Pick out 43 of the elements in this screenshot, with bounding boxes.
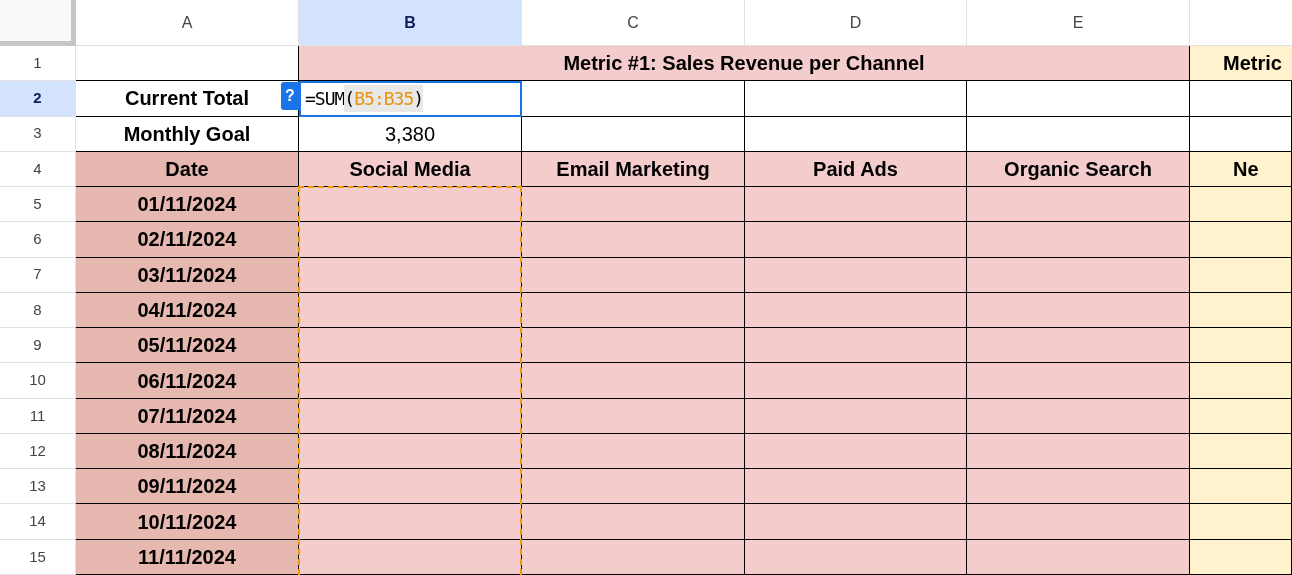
row-header[interactable]: 10 [0,363,76,399]
column-title-cell: Date [76,151,299,188]
row-header[interactable]: 11 [0,398,76,434]
table-cell: Monthly Goal [76,116,299,152]
table-cell: 11/11/2024 [76,539,299,575]
table-cell: 07/11/2024 [76,398,299,434]
row-header[interactable]: 15 [0,539,76,575]
row-header[interactable]: 7 [0,257,76,293]
merged-title-cell: Metric #1: Sales Revenue per Channel [299,46,1190,82]
row-header[interactable]: 5 [0,187,76,223]
select-all-corner[interactable] [0,0,76,46]
column-title-cell: Paid Ads [745,151,967,188]
row-header[interactable]: 9 [0,328,76,364]
column-title-cell: Organic Search [967,151,1190,188]
row-header[interactable]: 12 [0,433,76,470]
table-cell: 02/11/2024 [76,222,299,258]
table-cell: 05/11/2024 [76,328,299,364]
column-title-cell: Ne [1190,151,1292,188]
table-cell: 3,380 [299,116,522,152]
table-cell: 09/11/2024 [76,469,299,505]
column-header[interactable]: D [745,0,967,46]
row-header[interactable]: 14 [0,504,76,540]
table-cell: 01/11/2024 [76,187,299,223]
row-header[interactable]: 8 [0,292,76,329]
row-header[interactable]: 13 [0,469,76,505]
column-title-cell: Social Media [299,151,522,188]
row-header[interactable]: 6 [0,222,76,258]
column-header[interactable]: A [76,0,299,46]
table-cell: 08/11/2024 [76,433,299,470]
row-header[interactable]: 3 [0,116,76,152]
row-header[interactable]: 2 [0,81,76,117]
table-cell: 06/11/2024 [76,363,299,399]
column-header[interactable]: E [967,0,1190,46]
table-cell: 04/11/2024 [76,292,299,329]
column-header[interactable]: C [522,0,745,46]
merged-title-cell: Metric [1190,46,1292,82]
table-cell: 03/11/2024 [76,257,299,293]
column-title-cell: Email Marketing [522,151,745,188]
row-header[interactable]: 1 [0,46,76,82]
table-cell: 10/11/2024 [76,504,299,540]
help-badge[interactable]: ? [281,82,299,111]
column-header[interactable]: B [299,0,522,46]
row-header[interactable]: 4 [0,151,76,188]
